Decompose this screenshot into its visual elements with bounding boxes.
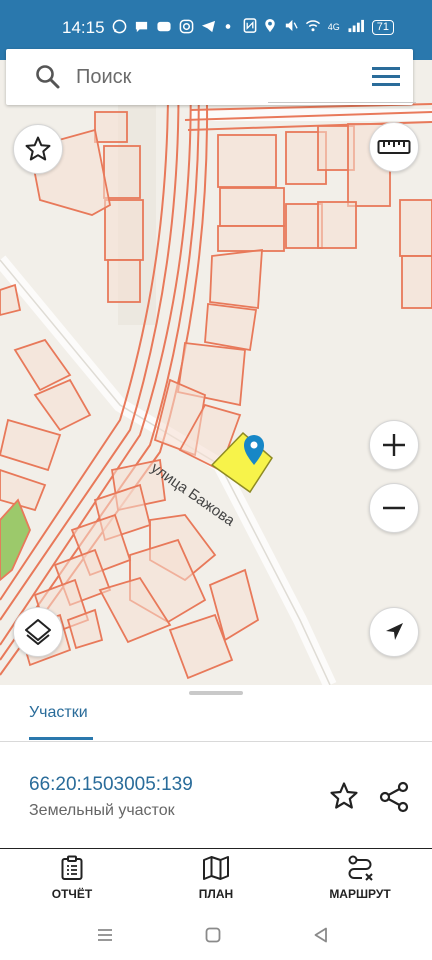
mute-icon xyxy=(283,18,298,36)
location-icon xyxy=(264,18,276,36)
search-underline xyxy=(268,102,416,103)
action-bar: ОТЧЁТ ПЛАН МАРШРУТ xyxy=(0,848,432,910)
route-label: МАРШРУТ xyxy=(329,887,391,901)
dot-icon xyxy=(223,19,233,37)
star-icon xyxy=(25,136,51,161)
minus-icon xyxy=(383,506,405,510)
plan-label: ПЛАН xyxy=(198,887,234,901)
plan-button[interactable]: ПЛАН xyxy=(161,855,271,901)
map-canvas[interactable]: улица Бажова xyxy=(0,60,432,685)
recent-apps-icon[interactable] xyxy=(96,926,114,944)
parcel-cadastral-number[interactable]: 66:20:1503005:139 xyxy=(29,774,193,796)
battery-level: 71 xyxy=(371,19,394,35)
telegram-icon xyxy=(201,19,216,37)
system-nav-bar xyxy=(0,910,432,960)
notification-icons xyxy=(112,19,233,37)
instagram-icon xyxy=(179,19,194,37)
chat-icon xyxy=(134,19,149,37)
route-icon xyxy=(348,855,373,881)
layers-button[interactable] xyxy=(13,607,63,657)
status-time: 14:15 xyxy=(62,18,105,37)
add-favorite-star-icon[interactable] xyxy=(328,781,360,811)
favorites-button[interactable] xyxy=(13,124,63,174)
back-icon[interactable] xyxy=(312,926,330,944)
home-icon[interactable] xyxy=(204,926,222,944)
search-icon[interactable] xyxy=(34,63,62,91)
ruler-button[interactable] xyxy=(369,122,419,172)
whatsapp-icon xyxy=(112,19,127,37)
cadastral-map[interactable]: улица Бажова xyxy=(0,60,432,685)
report-button[interactable]: ОТЧЁТ xyxy=(17,855,127,901)
navigation-arrow-icon xyxy=(386,623,403,640)
wifi-icon xyxy=(305,18,321,36)
zoom-out-button[interactable] xyxy=(369,483,419,533)
search-input[interactable] xyxy=(76,63,356,91)
tab-parcels[interactable]: Участки xyxy=(29,704,88,722)
nfc-icon xyxy=(243,18,257,36)
tab-indicator xyxy=(29,737,93,740)
my-location-button[interactable] xyxy=(369,607,419,657)
map-plan-icon xyxy=(203,856,229,880)
tab-divider xyxy=(0,741,432,742)
search-bar[interactable] xyxy=(6,49,413,105)
ruler-icon xyxy=(377,140,411,154)
parcel-type: Земельный участок xyxy=(29,802,175,819)
share-icon[interactable] xyxy=(378,781,410,813)
network-type: 4G xyxy=(327,22,340,32)
cloud-icon xyxy=(156,19,172,37)
layers-icon xyxy=(25,619,51,645)
menu-icon[interactable] xyxy=(370,63,402,91)
report-label: ОТЧЁТ xyxy=(51,887,93,901)
zoom-in-button[interactable] xyxy=(369,420,419,470)
signal-icon xyxy=(347,18,365,36)
parcel-info-sheet[interactable]: Участки 66:20:1503005:139 Земельный учас… xyxy=(0,685,432,848)
report-icon xyxy=(61,855,83,880)
route-button[interactable]: МАРШРУТ xyxy=(305,855,415,901)
plus-icon xyxy=(383,434,405,456)
system-icons: 4G 71 xyxy=(243,18,394,36)
sheet-drag-handle[interactable] xyxy=(189,691,243,695)
